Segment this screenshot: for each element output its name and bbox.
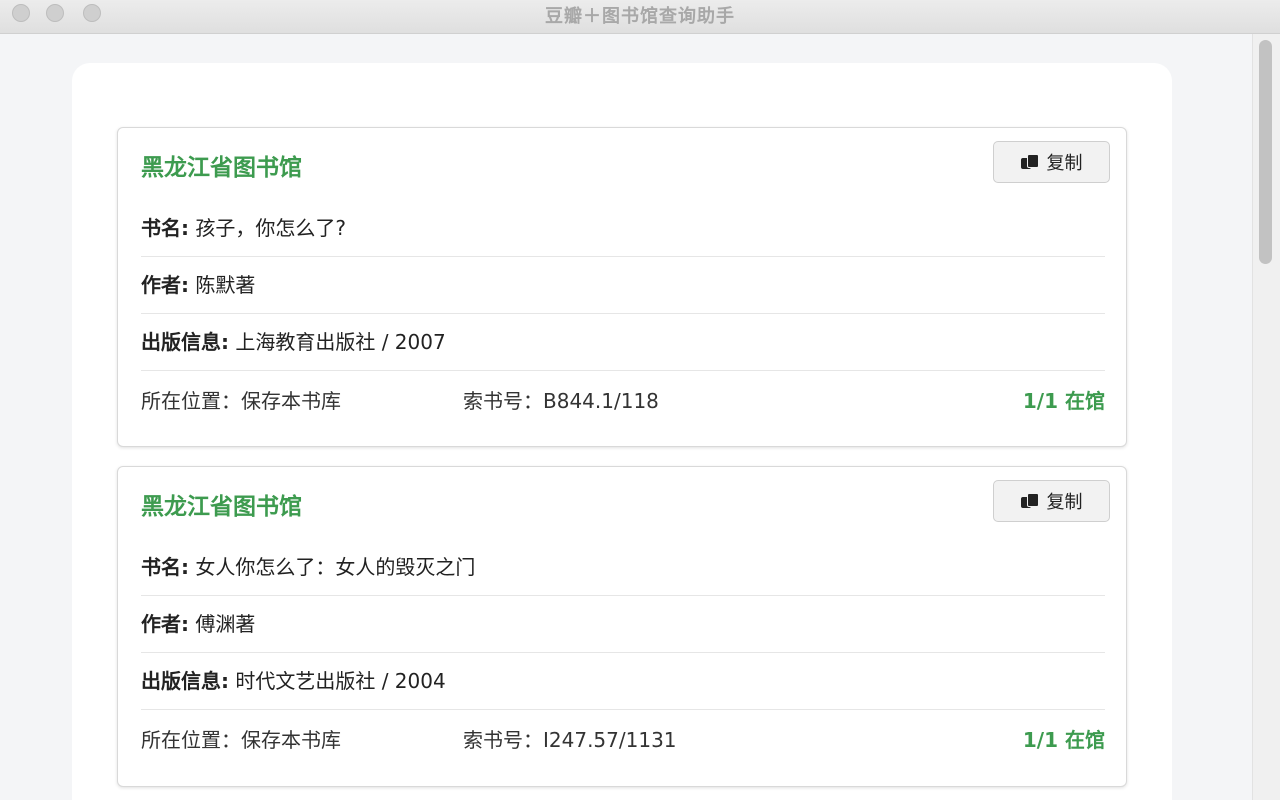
holding-row: 所在位置：保存本书库 索书号：B844.1/118 1/1 在馆 bbox=[141, 373, 1105, 429]
book-title-value: 女人你怎么了：女人的毁灭之门 bbox=[195, 555, 476, 579]
location-info: 所在位置：保存本书库 bbox=[141, 373, 341, 429]
location-value: 保存本书库 bbox=[241, 389, 341, 413]
call-number-info: 索书号：B844.1/118 bbox=[463, 373, 659, 429]
call-number-label: 索书号： bbox=[463, 389, 543, 413]
copy-button-label: 复制 bbox=[1046, 492, 1083, 513]
publication-label: 出版信息: bbox=[141, 669, 229, 693]
publication-row: 出版信息: 时代文艺出版社 / 2004 bbox=[141, 653, 1105, 710]
book-title-label: 书名: bbox=[141, 555, 189, 579]
app-window: 豆瓣＋图书馆查询助手 黑龙江省图书馆 复制 书名: 孩子，你怎么了? 作者: 陈… bbox=[0, 0, 1280, 800]
author-row: 作者: 傅渊著 bbox=[141, 596, 1105, 653]
location-value: 保存本书库 bbox=[241, 728, 341, 752]
author-label: 作者: bbox=[141, 273, 189, 297]
vertical-scrollbar[interactable] bbox=[1252, 34, 1280, 800]
publication-row: 出版信息: 上海教育出版社 / 2007 bbox=[141, 314, 1105, 371]
book-title-label: 书名: bbox=[141, 216, 189, 240]
scrollbar-thumb[interactable] bbox=[1259, 40, 1272, 264]
publication-value: 时代文艺出版社 / 2004 bbox=[235, 669, 446, 693]
holding-row: 所在位置：保存本书库 索书号：I247.57/1131 1/1 在馆 bbox=[141, 712, 1105, 768]
book-title-row: 书名: 孩子，你怎么了? bbox=[141, 200, 1105, 257]
author-value: 陈默著 bbox=[195, 273, 256, 297]
library-name: 黑龙江省图书馆 bbox=[141, 155, 302, 181]
call-number-value: B844.1/118 bbox=[543, 389, 659, 413]
location-label: 所在位置： bbox=[141, 389, 241, 413]
library-result-card: 黑龙江省图书馆 复制 书名: 孩子，你怎么了? 作者: 陈默著 出版信息: 上海… bbox=[117, 127, 1127, 447]
copy-icon bbox=[1020, 154, 1039, 170]
copy-button[interactable]: 复制 bbox=[993, 480, 1110, 522]
call-number-info: 索书号：I247.57/1131 bbox=[463, 712, 677, 768]
availability-status: 1/1 在馆 bbox=[1022, 389, 1105, 413]
window-title: 豆瓣＋图书馆查询助手 bbox=[545, 6, 735, 27]
call-number-value: I247.57/1131 bbox=[543, 728, 677, 752]
title-bar: 豆瓣＋图书馆查询助手 bbox=[0, 0, 1280, 34]
author-value: 傅渊著 bbox=[195, 612, 256, 636]
author-row: 作者: 陈默著 bbox=[141, 257, 1105, 314]
publication-label: 出版信息: bbox=[141, 330, 229, 354]
copy-button[interactable]: 复制 bbox=[993, 141, 1110, 183]
author-label: 作者: bbox=[141, 612, 189, 636]
copy-button-label: 复制 bbox=[1046, 153, 1083, 174]
library-name: 黑龙江省图书馆 bbox=[141, 494, 302, 520]
call-number-label: 索书号： bbox=[463, 728, 543, 752]
availability-status: 1/1 在馆 bbox=[1022, 728, 1105, 752]
book-title-value: 孩子，你怎么了? bbox=[195, 216, 346, 240]
copy-icon bbox=[1020, 493, 1039, 509]
results-panel: 黑龙江省图书馆 复制 书名: 孩子，你怎么了? 作者: 陈默著 出版信息: 上海… bbox=[72, 63, 1172, 800]
location-label: 所在位置： bbox=[141, 728, 241, 752]
book-title-row: 书名: 女人你怎么了：女人的毁灭之门 bbox=[141, 539, 1105, 596]
library-result-card: 黑龙江省图书馆 复制 书名: 女人你怎么了：女人的毁灭之门 作者: 傅渊著 出版… bbox=[117, 466, 1127, 787]
publication-value: 上海教育出版社 / 2007 bbox=[235, 330, 446, 354]
location-info: 所在位置：保存本书库 bbox=[141, 712, 341, 768]
